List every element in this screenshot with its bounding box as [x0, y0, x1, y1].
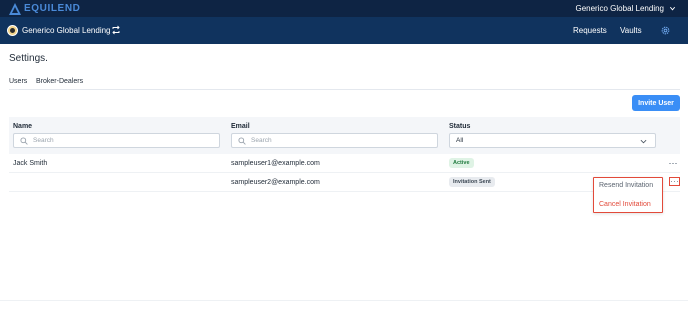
- current-org-name: Generico Global Lending: [22, 26, 111, 35]
- row-actions-button[interactable]: [666, 160, 680, 167]
- main-navbar: Generico Global Lending Requests Vaults: [0, 17, 688, 44]
- cancel-invitation-menu-item[interactable]: Cancel Invitation: [599, 200, 651, 210]
- column-header-name: Name: [13, 123, 33, 130]
- invite-user-button[interactable]: Invite User: [632, 95, 680, 111]
- name-search-field[interactable]: [13, 133, 220, 148]
- chevron-down-icon: [640, 139, 647, 144]
- more-dot: [669, 162, 671, 165]
- top-bar: EQUILEND Generico Global Lending: [0, 0, 688, 17]
- row-actions-menu: Resend Invitation Cancel Invitation: [593, 177, 663, 213]
- search-icon: [238, 137, 246, 145]
- search-icon: [20, 137, 28, 145]
- email-search-field[interactable]: [231, 133, 438, 148]
- tabs-divider: [9, 89, 680, 90]
- swap-icon[interactable]: [111, 25, 121, 35]
- nav-requests-link[interactable]: Requests: [573, 26, 607, 36]
- name-search-input[interactable]: [33, 135, 197, 146]
- nav-vaults-link[interactable]: Vaults: [620, 26, 642, 36]
- org-switcher-label: Generico Global Lending: [575, 4, 664, 13]
- brand-logo[interactable]: EQUILEND: [9, 2, 80, 15]
- table-row: Jack Smith sampleuser1@example.com Activ…: [9, 154, 680, 173]
- more-dot: [675, 162, 677, 165]
- gear-icon[interactable]: [660, 25, 671, 36]
- email-search-input[interactable]: [251, 135, 415, 146]
- more-dot: [672, 162, 674, 165]
- equilend-logo-icon: [9, 2, 21, 15]
- users-table-header: Name Email Status All: [9, 117, 680, 154]
- more-dot: [676, 180, 679, 183]
- user-email-cell: sampleuser1@example.com: [231, 160, 320, 167]
- page-title: Settings.: [9, 53, 48, 64]
- tab-broker-dealers[interactable]: Broker-Dealers: [36, 77, 83, 87]
- status-filter-value: All: [456, 137, 464, 144]
- table-row: sampleuser2@example.com Invitation Sent: [9, 173, 680, 192]
- brand-name: EQUILEND: [24, 3, 81, 14]
- more-dot: [673, 180, 676, 183]
- column-header-status: Status: [449, 123, 471, 130]
- row-actions-button[interactable]: [669, 177, 680, 186]
- status-filter-select[interactable]: All: [449, 133, 656, 148]
- more-dot: [670, 180, 673, 183]
- status-badge: Invitation Sent: [449, 177, 495, 187]
- status-badge: Active: [449, 158, 474, 168]
- chevron-down-icon: [669, 6, 676, 11]
- org-avatar: [7, 25, 18, 36]
- org-switcher[interactable]: Generico Global Lending: [575, 3, 676, 14]
- user-name-cell: Jack Smith: [13, 160, 48, 167]
- column-header-email: Email: [231, 123, 250, 130]
- footer-divider: [0, 300, 688, 301]
- user-email-cell: sampleuser2@example.com: [231, 179, 320, 186]
- resend-invitation-menu-item[interactable]: Resend Invitation: [599, 181, 653, 191]
